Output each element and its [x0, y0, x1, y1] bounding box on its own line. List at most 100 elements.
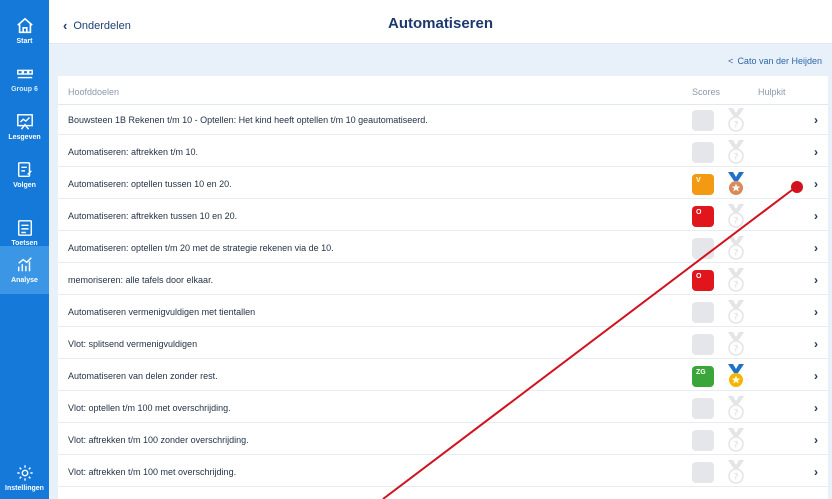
- group-icon: [16, 69, 33, 79]
- chevron-right-icon[interactable]: ›: [814, 401, 818, 415]
- chevron-right-icon[interactable]: ›: [814, 465, 818, 479]
- table-row[interactable]: Vlot: splitsend vermenigvuldigen? ›: [58, 329, 828, 359]
- sidebar-item-instellingen[interactable]: Instellingen: [0, 458, 49, 498]
- goal-label: Bouwsteen 1B Rekenen t/m 10 - Optellen: …: [68, 115, 428, 125]
- toetsen-icon: [17, 220, 32, 236]
- table-row[interactable]: Automatiseren: optellen tussen 10 en 20.…: [58, 169, 828, 199]
- svg-text:?: ?: [734, 217, 739, 227]
- locked-medal-icon: ?: [726, 140, 746, 166]
- locked-medal-icon: ?: [726, 108, 746, 134]
- svg-text:?: ?: [734, 153, 739, 163]
- goal-label: Vlot: optellen t/m 100 met overschrijdin…: [68, 403, 231, 413]
- table-row[interactable]: memoriseren: alle tafels door elkaar. O? ›: [58, 265, 828, 295]
- goal-label: Automatiseren: optellen t/m 20 met de st…: [68, 243, 334, 253]
- table-row[interactable]: Automatiseren vermenigvuldigen met tient…: [58, 297, 828, 327]
- student-link[interactable]: < Cato van der Heijden: [728, 56, 822, 66]
- goal-label: Automatiseren: optellen tussen 10 en 20.: [68, 179, 232, 189]
- goal-label: Automatiseren vermenigvuldigen met tient…: [68, 307, 256, 317]
- svg-text:?: ?: [734, 313, 739, 323]
- score-badge: V: [692, 174, 714, 195]
- analyse-icon: [17, 257, 32, 272]
- table-row[interactable]: Automatiseren: aftrekken tussen 10 en 20…: [58, 201, 828, 231]
- table-row[interactable]: Automatiseren van delen zonder rest. ZG ›: [58, 361, 828, 391]
- chevron-right-icon[interactable]: ›: [814, 177, 818, 191]
- score-badge: [692, 142, 714, 163]
- svg-text:?: ?: [734, 441, 739, 451]
- goal-label: Vlot: splitsend vermenigvuldigen: [68, 339, 198, 349]
- sidebar-item-label: Instellingen: [5, 485, 44, 492]
- chevron-right-icon[interactable]: ›: [814, 433, 818, 447]
- column-header-help: Hulpkit: [758, 87, 786, 97]
- goal-label: Vlot: aftrekken t/m 100 met overschrijdi…: [68, 467, 237, 477]
- goal-label: Automatiseren: aftrekken t/m 10.: [68, 147, 199, 157]
- locked-medal-icon: ?: [726, 332, 746, 358]
- chevron-right-icon[interactable]: ›: [814, 337, 818, 351]
- chevron-left-icon: <: [728, 56, 734, 66]
- svg-text:?: ?: [734, 281, 739, 291]
- svg-text:?: ?: [734, 121, 739, 131]
- svg-text:?: ?: [734, 345, 739, 355]
- goal-label: Automatiseren: aftrekken tussen 10 en 20…: [68, 211, 238, 221]
- goal-label: Automatiseren van delen zonder rest.: [68, 371, 218, 381]
- svg-text:?: ?: [734, 249, 739, 259]
- chevron-right-icon[interactable]: ›: [814, 145, 818, 159]
- volgen-icon: [17, 162, 32, 178]
- sidebar-item-group[interactable]: Group 6: [0, 56, 49, 102]
- lesgeven-icon: [16, 114, 33, 130]
- locked-medal-icon: ?: [726, 428, 746, 454]
- score-badge: O: [692, 206, 714, 227]
- locked-medal-icon: ?: [726, 268, 746, 294]
- score-badge: [692, 302, 714, 323]
- table-row[interactable]: Vlot: aftrekken t/m 100 met overschrijdi…: [58, 457, 828, 487]
- table-header: Hoofddoelen Scores Hulpkit: [58, 76, 828, 105]
- table-row[interactable]: Bouwsteen 1B Rekenen t/m 10 - Optellen: …: [58, 105, 828, 135]
- bronze-medal-icon: [726, 172, 746, 198]
- sidebar-item-start[interactable]: Start: [0, 8, 49, 54]
- locked-medal-icon: ?: [726, 236, 746, 262]
- svg-text:?: ?: [734, 473, 739, 483]
- score-badge: O: [692, 270, 714, 291]
- column-header-goals: Hoofddoelen: [68, 87, 120, 97]
- table-row[interactable]: Automatiseren: optellen t/m 20 met de st…: [58, 233, 828, 263]
- student-name: Cato van der Heijden: [737, 56, 822, 66]
- sidebar-item-label: Lesgeven: [8, 134, 41, 141]
- sidebar-item-analyse[interactable]: Analyse: [0, 246, 49, 294]
- chevron-right-icon[interactable]: ›: [814, 209, 818, 223]
- chevron-right-icon[interactable]: ›: [814, 113, 818, 127]
- score-badge: [692, 238, 714, 259]
- locked-medal-icon: ?: [726, 460, 746, 486]
- score-badge: [692, 462, 714, 483]
- sidebar-item-label: Analyse: [11, 277, 38, 284]
- score-text: V: [696, 177, 701, 184]
- locked-medal-icon: ?: [726, 204, 746, 230]
- table-row[interactable]: Automatiseren: aftrekken t/m 10.? ›: [58, 137, 828, 167]
- sidebar-item-label: Volgen: [13, 182, 36, 189]
- home-icon: [16, 17, 33, 34]
- page-title: Automatiseren: [387, 15, 494, 32]
- chevron-right-icon[interactable]: ›: [814, 369, 818, 383]
- gold-medal-icon: [726, 364, 746, 390]
- goal-label: Vlot: aftrekken t/m 100 zonder overschri…: [68, 435, 249, 445]
- table-row[interactable]: Vlot: aftrekken t/m 100 zonder overschri…: [58, 425, 828, 455]
- score-text: O: [696, 209, 702, 216]
- score-badge: ZG: [692, 366, 714, 387]
- table-row[interactable]: Vlot: optellen t/m 100 met overschrijdin…: [58, 393, 828, 423]
- score-badge: [692, 398, 714, 419]
- locked-medal-icon: ?: [726, 396, 746, 422]
- chevron-right-icon[interactable]: ›: [814, 305, 818, 319]
- sidebar-item-label: Start: [16, 38, 33, 45]
- sidebar: Start Group 6 Lesgeven Volgen Toetsen An…: [0, 0, 49, 499]
- score-text: ZG: [696, 369, 706, 376]
- gear-icon: [16, 465, 33, 481]
- sidebar-item-volgen[interactable]: Volgen: [0, 152, 49, 198]
- chevron-right-icon[interactable]: ›: [814, 241, 818, 255]
- svg-text:?: ?: [734, 409, 739, 419]
- locked-medal-icon: ?: [726, 300, 746, 326]
- chevron-right-icon[interactable]: ›: [814, 273, 818, 287]
- score-badge: [692, 334, 714, 355]
- goal-label: memoriseren: alle tafels door elkaar.: [68, 275, 214, 285]
- score-text: O: [696, 273, 702, 280]
- goals-table: Hoofddoelen Scores Hulpkit Bouwsteen 1B …: [58, 76, 828, 499]
- sidebar-item-label: Group 6: [11, 86, 38, 93]
- sidebar-item-lesgeven[interactable]: Lesgeven: [0, 104, 49, 150]
